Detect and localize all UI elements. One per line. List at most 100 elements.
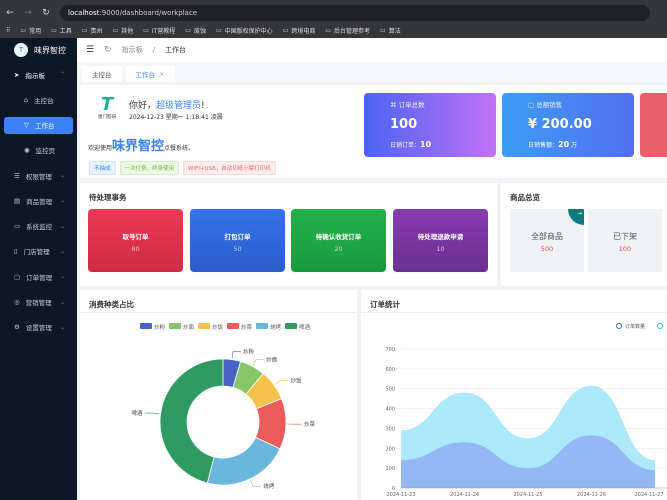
slice-label: 炒饭 (290, 376, 302, 384)
legend-swatch[interactable] (169, 323, 181, 329)
legend-swatch[interactable] (256, 323, 268, 329)
slice-label: 炒菜 (304, 420, 316, 428)
bookmark[interactable]: ▭ 中国版权保护中心 (216, 26, 273, 35)
tab-workplace[interactable]: 工作台 × (125, 66, 175, 82)
bookmark[interactable]: ▭ 后台管理参考 (325, 26, 370, 35)
legend-marker[interactable] (616, 323, 622, 329)
legend-label[interactable]: 炒饭 (212, 323, 224, 331)
x-tick-label: 2024-11-24 (450, 492, 479, 498)
goods-all[interactable]: 全部商品 500 → (510, 209, 584, 272)
slice-label: 炒粉 (243, 348, 255, 356)
sidebar-item[interactable]: ◉ 监控页 (0, 138, 77, 163)
stat-card-orders[interactable]: ⌘ 订单总数 100 日销订单：10 (364, 93, 496, 157)
order-stats-card: 订单统计 0 100 200 300 400 500 600 700 2024-11-23 202… (361, 290, 667, 500)
card-title: 商品总览 (510, 193, 540, 202)
folder-icon: ▭ (51, 26, 57, 34)
bookmark[interactable]: ▭ 算法 (380, 26, 401, 35)
x-tick-label: 2024-11-23 (386, 492, 415, 498)
pending-pack-orders[interactable]: 打包订单 50 (190, 209, 285, 272)
apps-icon[interactable]: ⠿ (6, 27, 10, 34)
url-path: :9000/dashboard/workplace (99, 9, 198, 17)
sidebar-item[interactable]: ⚙ 设置管理 ⌄ (0, 315, 77, 340)
bookmark[interactable]: ▭ 其他 (112, 26, 133, 35)
company-logo: T 唐门智研 (98, 94, 116, 121)
chevron-down-icon: ⌄ (59, 273, 65, 281)
address-bar[interactable]: localhost:9000/dashboard/workplace (60, 5, 650, 21)
legend-swatch[interactable] (285, 323, 297, 329)
sidebar-item[interactable]: ◎ 营销管理 ⌄ (0, 289, 77, 314)
pie-slice[interactable] (206, 436, 281, 486)
logo-icon: T (14, 43, 28, 57)
sidebar-item-label: 系统监控 (26, 223, 53, 232)
eye-icon: ◉ (24, 146, 30, 155)
chevron-down-icon: ⌄ (59, 222, 65, 230)
refresh-icon[interactable]: ↻ (104, 45, 112, 55)
legend-label[interactable]: 炒面 (183, 324, 195, 331)
legend-label[interactable]: 啤酒 (299, 323, 311, 331)
area-chart: 01002003004005006007002024-11-23 2024-11-… (385, 323, 667, 498)
sidebar-item[interactable]: ▭ 系统监控 ⌄ (0, 213, 77, 238)
pie-chart: 炒粉 炒面 炒饭 炒菜 烧烤 啤酒炒粉炒面炒饭炒菜烧烤啤酒 (132, 323, 316, 490)
pending-refund-requests[interactable]: 待处理退款申请 10 (393, 209, 488, 272)
sidebar-item[interactable]: ⌂ 主控台 (0, 87, 77, 112)
order-icon: ▢ (14, 272, 21, 281)
chevron-up-icon: ⌃ (59, 71, 65, 79)
tab-bar: 主控台 工作台 × (77, 62, 667, 82)
monitor-icon: ▭ (14, 222, 21, 231)
compass-icon: ◎ (14, 298, 20, 307)
bookmark[interactable]: ▭ 贵州 (82, 26, 103, 35)
legend-label[interactable]: 订单数量 (625, 323, 645, 330)
legend-swatch[interactable] (227, 323, 239, 329)
greeting: 你好，超级管理员! (129, 101, 205, 111)
sidebar-item-label: 商品管理 (26, 197, 53, 206)
legend-label[interactable]: 炒粉 (154, 323, 166, 331)
close-tab-icon[interactable]: × (159, 70, 164, 78)
y-tick-label: 100 (385, 466, 395, 472)
menu-toggle-icon[interactable]: ☰ (86, 45, 94, 55)
store-icon: ▯ (14, 247, 18, 256)
bookmark[interactable]: ▭ 跨境电商 (283, 26, 316, 35)
stat-card-sales[interactable]: ▢ 总额销售 ¥ 200.00 日销售额：20 万 (502, 93, 634, 157)
tab-main-console[interactable]: 主控台 (82, 66, 122, 82)
sidebar-item-label: 营销管理 (25, 299, 52, 308)
sidebar-item[interactable]: ▢ 订单管理 ⌄ (0, 264, 77, 289)
y-tick-label: 700 (385, 347, 395, 353)
bookmark[interactable]: ▭ 废蚀 (185, 26, 206, 35)
legend-label[interactable]: 炒菜 (241, 323, 253, 331)
pending-ticket-orders[interactable]: 取号订单 80 (88, 209, 183, 272)
bookmark[interactable]: ▭ IT营教程 (143, 26, 175, 35)
sidebar-item[interactable]: ▯ 门店管理 ⌄ (0, 239, 77, 264)
chevron-down-icon: ⌄ (59, 172, 65, 180)
bookmark[interactable]: ▭ 工具 (51, 26, 72, 35)
sidebar-item[interactable]: ▽ 工作台 (4, 116, 73, 134)
sidebar-item[interactable]: ▤ 商品管理 ⌄ (0, 188, 77, 213)
feature-tags: 不抽成 一次付费，终身使用 WIFI+USB，自动切纸小票打印机 (89, 161, 280, 175)
stat-value: 100 (390, 117, 418, 132)
bookmark[interactable]: ▭ 常用 (20, 26, 41, 35)
sidebar-item[interactable]: ☰ 权限管理 ⌄ (0, 163, 77, 188)
sidebar-item-label: 权限管理 (25, 172, 52, 181)
arrow-right-icon[interactable]: → (568, 209, 584, 225)
reload-icon[interactable]: ↻ (38, 8, 54, 18)
sidebar-item-label: 工作台 (35, 122, 55, 131)
sidebar-item-label: 订单管理 (26, 273, 53, 282)
legend-swatch[interactable] (198, 323, 210, 329)
bookmark-label: 废蚀 (193, 27, 206, 35)
legend-marker[interactable] (657, 323, 663, 329)
label-line (144, 412, 160, 415)
legend-swatch[interactable] (140, 323, 152, 329)
sidebar-item[interactable]: ➤ 指示板 ⌃ (0, 62, 77, 87)
welcome-text: 欢迎使用味界智控点餐系统。 (88, 139, 195, 154)
y-tick-label: 600 (385, 367, 395, 373)
pending-receipt-orders[interactable]: 待确认收货订单 20 (291, 209, 386, 272)
breadcrumb-item[interactable]: 指示板 (122, 45, 143, 55)
forward-icon[interactable]: → (20, 8, 36, 18)
legend-label[interactable]: 烧烤 (270, 323, 282, 331)
bookmark-label: 跨境电商 (291, 27, 316, 35)
stat-card-partial[interactable] (640, 93, 667, 157)
y-tick-label: 200 (385, 446, 395, 452)
back-icon[interactable]: ← (2, 8, 18, 18)
y-tick-label: 300 (385, 426, 395, 432)
goods-offshelf[interactable]: 已下架 100 (588, 209, 662, 272)
label-line (231, 351, 242, 359)
